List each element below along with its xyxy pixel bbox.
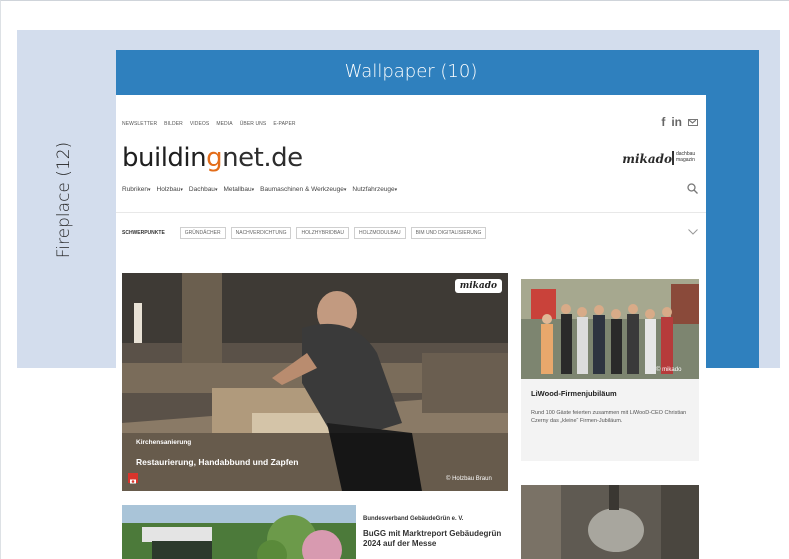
article-2-kicker[interactable]: Bundesverband GebäudeGrün e. V. bbox=[363, 516, 463, 522]
article-3-photo bbox=[521, 485, 699, 559]
nav-rubriken-label: Rubriken bbox=[122, 186, 149, 193]
hero-photo-credit: © Holzbau Braun bbox=[446, 476, 492, 482]
topnav-ueber-uns[interactable]: ÜBER UNS bbox=[240, 121, 267, 127]
nav-holzbau[interactable]: Holzbau▾ bbox=[157, 186, 183, 193]
topic-gruendaecher[interactable]: GRÜNDÄCHER bbox=[179, 227, 226, 239]
website-preview: NEWSLETTER BILDER VIDEOS MEDIA ÜBER UNS … bbox=[116, 95, 706, 559]
chevron-down-icon: ▾ bbox=[394, 187, 398, 193]
chevron-down-icon: ▾ bbox=[251, 187, 255, 193]
nav-metallbau[interactable]: Metallbau▾ bbox=[223, 186, 254, 193]
topnav-videos[interactable]: VIDEOS bbox=[190, 121, 210, 127]
nav-dachbau-label: Dachbau bbox=[188, 186, 215, 193]
topnav-newsletter[interactable]: NEWSLETTER bbox=[122, 121, 157, 127]
chevron-down-icon: ▾ bbox=[180, 187, 183, 193]
article-2-title[interactable]: BuGG mit Marktreport Gebäudegrün 2024 au… bbox=[363, 529, 503, 549]
nav-holzbau-label: Holzbau bbox=[156, 186, 181, 193]
chevron-down-icon: ▾ bbox=[148, 187, 151, 193]
nav-metallbau-label: Metallbau bbox=[223, 186, 252, 193]
topnav-epaper[interactable]: E-PAPER bbox=[273, 121, 295, 127]
site-logo[interactable]: buildingnet.de bbox=[122, 143, 303, 173]
search-icon[interactable] bbox=[687, 183, 698, 194]
side-photo-credit: © mikado bbox=[656, 367, 682, 373]
chevron-down-icon[interactable] bbox=[688, 229, 698, 235]
side-article-image: © mikado bbox=[521, 279, 699, 379]
nav-rubriken[interactable]: Rubriken▾ bbox=[122, 186, 151, 193]
topic-bim[interactable]: BIM UND DIGITALISIERUNG bbox=[410, 227, 487, 239]
chevron-down-icon: ▾ bbox=[214, 187, 218, 193]
hero-mikado-badge: mikado bbox=[454, 279, 502, 293]
facebook-icon[interactable]: f bbox=[661, 115, 665, 129]
logo-text-3: net.de bbox=[222, 143, 303, 173]
mikado-logo[interactable]: mikado bbox=[622, 152, 672, 166]
wallpaper-label: Wallpaper (10) bbox=[344, 61, 478, 82]
nav-baumaschinen[interactable]: Baumaschinen & Werkzeuge▾ bbox=[260, 186, 346, 193]
side-article-teaser: Rund 100 Gäste feierten zusammen mit LiW… bbox=[531, 410, 687, 424]
article-2-photo bbox=[122, 505, 356, 559]
nav-nutzfahrzeuge-label: Nutzfahrzeuge bbox=[352, 186, 395, 193]
dachbau-logo-line2: magazin bbox=[676, 157, 695, 163]
header-divider bbox=[116, 212, 706, 213]
topic-holzmodulbau[interactable]: HOLZMODULBAU bbox=[353, 227, 406, 239]
topnav-media[interactable]: MEDIA bbox=[216, 121, 232, 127]
linkedin-icon[interactable]: in bbox=[671, 115, 682, 129]
side-article-card[interactable]: © mikado LiWood-Firmenjubiläum Rund 100 … bbox=[521, 279, 699, 461]
dachbau-magazin-logo[interactable]: dachbau magazin bbox=[672, 151, 698, 165]
main-navigation: Rubriken▾ Holzbau▾ Dachbau▾ Metallbau▾ B… bbox=[122, 186, 397, 193]
nav-baumaschinen-label: Baumaschinen & Werkzeuge bbox=[260, 186, 344, 193]
mail-icon[interactable] bbox=[688, 118, 698, 126]
hero-title[interactable]: Restaurierung, Handabbund und Zapfen bbox=[136, 457, 298, 467]
fireplace-label: Fireplace (12) bbox=[54, 141, 74, 259]
topics-label: SCHWERPUNKTE bbox=[122, 230, 165, 236]
nav-nutzfahrzeuge[interactable]: Nutzfahrzeuge▾ bbox=[352, 186, 397, 193]
topic-bar: SCHWERPUNKTE GRÜNDÄCHER NACHVERDICHTUNG … bbox=[122, 227, 487, 239]
article-2-image[interactable] bbox=[122, 505, 356, 559]
nav-dachbau[interactable]: Dachbau▾ bbox=[189, 186, 218, 193]
logo-text-1: buildin bbox=[122, 143, 207, 173]
logo-text-2: g bbox=[206, 143, 223, 173]
article-3-image[interactable] bbox=[521, 485, 699, 559]
side-article-title[interactable]: LiWood-Firmenjubiläum bbox=[531, 389, 617, 398]
side-photo bbox=[521, 279, 699, 379]
camera-icon bbox=[128, 473, 138, 484]
social-links: f in bbox=[661, 115, 698, 129]
chevron-down-icon: ▾ bbox=[343, 187, 347, 193]
hero-kicker[interactable]: Kirchensanierung bbox=[136, 439, 191, 446]
top-navigation: NEWSLETTER BILDER VIDEOS MEDIA ÜBER UNS … bbox=[122, 121, 296, 127]
topic-nachverdichtung[interactable]: NACHVERDICHTUNG bbox=[230, 227, 292, 239]
topic-holzhybridbau[interactable]: HOLZHYBRIDBAU bbox=[296, 227, 349, 239]
topnav-bilder[interactable]: BILDER bbox=[164, 121, 183, 127]
